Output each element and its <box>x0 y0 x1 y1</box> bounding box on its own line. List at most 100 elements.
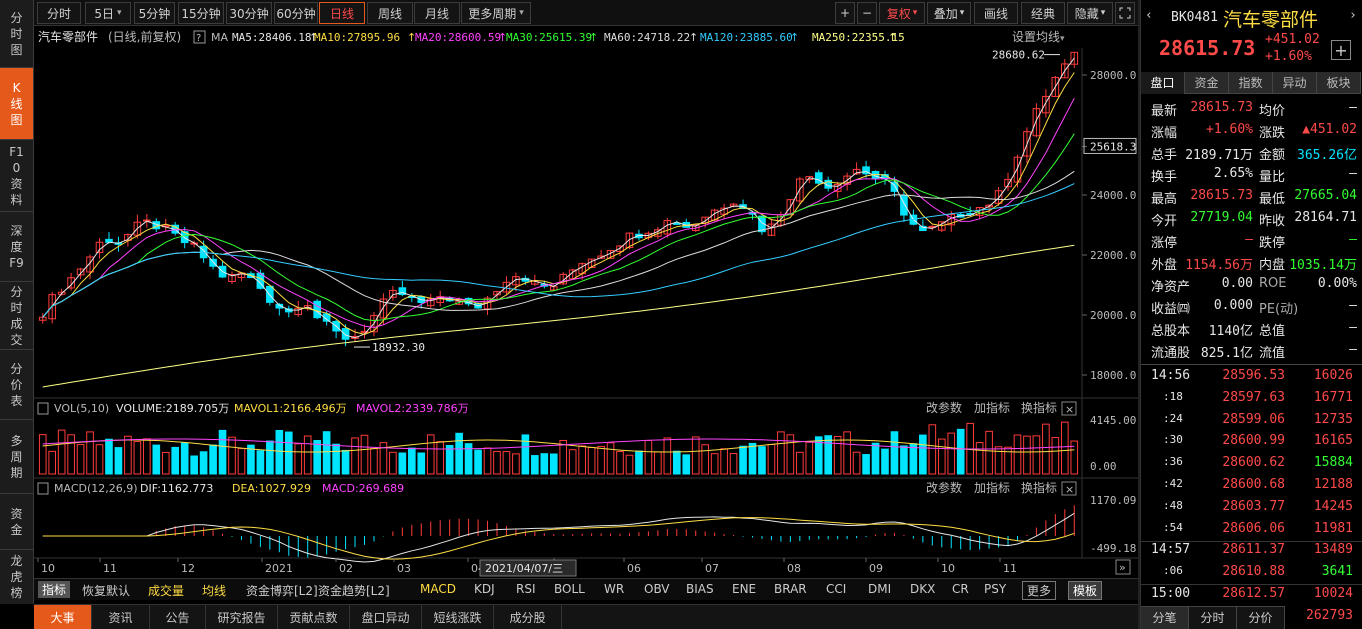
nav-arrow-left-icon[interactable]: ‹ <box>1145 8 1153 23</box>
nav-trades[interactable]: 分时成交 <box>0 282 33 350</box>
period-15min-button[interactable]: 15分钟 <box>178 2 224 24</box>
kline-chart[interactable]: 汽车零部件 (日线,前复权) ? MA MA5:28406.18 ↑ MA10:27… <box>34 26 1138 578</box>
indicator-tab[interactable]: MACD <box>420 582 456 596</box>
indicator-tab[interactable]: CCI <box>826 582 846 596</box>
nav-dragon-tiger[interactable]: 龙虎榜 <box>0 550 33 604</box>
period-monthly-button[interactable]: 月线 <box>414 2 460 24</box>
period-more-button[interactable]: 更多周期 ▾ <box>461 2 531 24</box>
volume-bar <box>540 453 549 475</box>
period-weekly-button[interactable]: 周线 <box>367 2 413 24</box>
adjust-button[interactable]: 复权 ▾ <box>879 2 925 24</box>
quote-tab[interactable]: 指数 <box>1229 72 1273 94</box>
time-tick-label: 12 <box>181 562 195 575</box>
volume-bar <box>1060 421 1069 475</box>
indicator-tab[interactable]: DMI <box>868 582 891 596</box>
macd-axis-max: 1170.09 <box>1090 494 1136 507</box>
tick-tab[interactable]: 分时 <box>1189 606 1237 629</box>
info-tab[interactable]: 大事 <box>34 605 92 629</box>
indicator-tab[interactable]: CR <box>952 582 969 596</box>
volume-bar <box>796 451 804 475</box>
info-tab[interactable]: 贡献点数 <box>278 605 350 629</box>
period-60min-button[interactable]: 60分钟 <box>274 2 318 24</box>
indicator-tab[interactable]: BOLL <box>554 582 585 596</box>
indicator-tab[interactable]: 资金趋势[L2] <box>318 582 390 599</box>
zoom-in-button[interactable]: + <box>835 2 855 24</box>
quote-value: — <box>1349 166 1357 181</box>
info-tab[interactable]: 公告 <box>150 605 206 629</box>
volume-bar <box>275 429 284 475</box>
period-intraday-button[interactable]: 分时 <box>37 2 81 24</box>
ma250-line <box>42 244 1075 388</box>
nav-kline[interactable]: K线图 <box>0 68 33 140</box>
indicator-tab[interactable]: BRAR <box>774 582 807 596</box>
info-tab[interactable]: 成分股 <box>494 605 562 629</box>
vol-action-button: 换指标 <box>1021 400 1057 415</box>
nav-intraday[interactable]: 分时图 <box>0 0 33 68</box>
indicator-tab[interactable]: PSY <box>984 582 1006 596</box>
indicator-tab[interactable]: 恢复默认 <box>82 582 130 599</box>
close-icon-glyph: × <box>1065 403 1074 416</box>
hide-button[interactable]: 隐藏 ▾ <box>1067 2 1113 24</box>
ma-legend: MA5:28406.18 ↑ MA10:27895.96 ↑ MA20:28600.59… <box>232 31 905 44</box>
volume-bar <box>568 449 577 475</box>
add-watchlist-button[interactable]: + <box>1331 40 1351 60</box>
zoom-out-button[interactable]: − <box>857 2 877 24</box>
period-30min-button[interactable]: 30分钟 <box>226 2 272 24</box>
tick-volume: 16771 <box>1313 389 1353 405</box>
volume-bar <box>161 451 170 475</box>
fullscreen-button[interactable] <box>1115 2 1135 24</box>
volume-bar <box>682 454 691 475</box>
classic-button[interactable]: 经典 <box>1021 2 1065 24</box>
sector-name: 汽车零部件 <box>1223 9 1319 31</box>
indicator-tab[interactable]: KDJ <box>474 582 495 596</box>
indicator-tab[interactable]: 均线 <box>202 582 226 599</box>
indicator-tab[interactable]: DKX <box>910 582 935 596</box>
volume-bar <box>86 431 94 475</box>
indicator-tab[interactable]: 更多 <box>1022 581 1057 600</box>
info-tab[interactable]: 资讯 <box>92 605 150 629</box>
tick-tab[interactable]: 分价 <box>1237 606 1285 629</box>
period-5day-button[interactable]: 5日 ▾ <box>85 2 131 24</box>
tick-volume: 10024 <box>1313 586 1353 601</box>
indicator-tab[interactable]: 模板 <box>1068 581 1103 600</box>
nav-depth[interactable]: 深度F9 <box>0 212 33 282</box>
quote-tab[interactable]: 板块 <box>1317 72 1361 94</box>
draw-line-button[interactable]: 画线 <box>974 2 1018 24</box>
indicator-tab[interactable]: RSI <box>516 582 536 596</box>
indicator-tab[interactable]: BIAS <box>686 582 714 596</box>
indicator-tab[interactable]: 资金博弈[L2] <box>246 582 318 599</box>
volume-bar <box>748 442 757 475</box>
overlay-button[interactable]: 叠加 ▾ <box>927 2 971 24</box>
chart-area[interactable]: 汽车零部件 (日线,前复权) ? MA MA5:28406.18 ↑ MA10:27… <box>34 26 1138 578</box>
volume-bar <box>549 453 558 475</box>
quote-tab[interactable]: 资金 <box>1185 72 1229 94</box>
close-icon-glyph: × <box>1065 483 1074 496</box>
info-tab[interactable]: 盘口异动 <box>350 605 422 629</box>
macd-action-button: 换指标 <box>1021 480 1057 495</box>
nav-arrow-right-icon[interactable]: › <box>1349 8 1357 23</box>
indicator-tab[interactable]: 成交量 <box>148 582 184 599</box>
indicator-tab[interactable]: 指标 <box>38 581 71 598</box>
info-tab[interactable]: 短线涨跌 <box>422 605 494 629</box>
period-daily-button[interactable]: 日线 <box>319 2 365 24</box>
left-nav: 分时图 K线图 F10资料 深度F9 分时成交 分价表 多周期 资金 龙虎榜 <box>0 0 34 604</box>
info-tab[interactable]: 研究报告 <box>206 605 278 629</box>
nav-price-table[interactable]: 分价表 <box>0 350 33 420</box>
time-tick-label: 02 <box>339 562 353 575</box>
period-5min-button[interactable]: 5分钟 <box>134 2 175 24</box>
nav-funds[interactable]: 资金 <box>0 494 33 550</box>
price-tick-label: 28000.0 <box>1090 69 1136 82</box>
nav-f10[interactable]: F10资料 <box>0 140 33 212</box>
quote-tab[interactable]: 盘口 <box>1141 72 1185 94</box>
quote-tab[interactable]: 异动 <box>1273 72 1317 94</box>
volume-panel <box>38 421 1079 475</box>
nav-multi-period[interactable]: 多周期 <box>0 420 33 494</box>
tick-tab[interactable]: 分笔 <box>1141 606 1189 629</box>
indicator-tab[interactable]: OBV <box>644 582 670 596</box>
ma-legend-item: MA20:28600.59 <box>415 31 501 44</box>
indicator-tab[interactable]: WR <box>604 582 624 596</box>
volume-bar <box>266 440 274 475</box>
quote-value: 27665.04 <box>1294 188 1357 203</box>
indicator-tab[interactable]: ENE <box>732 582 756 596</box>
chart-subtitle: (日线,前复权) <box>108 29 181 44</box>
